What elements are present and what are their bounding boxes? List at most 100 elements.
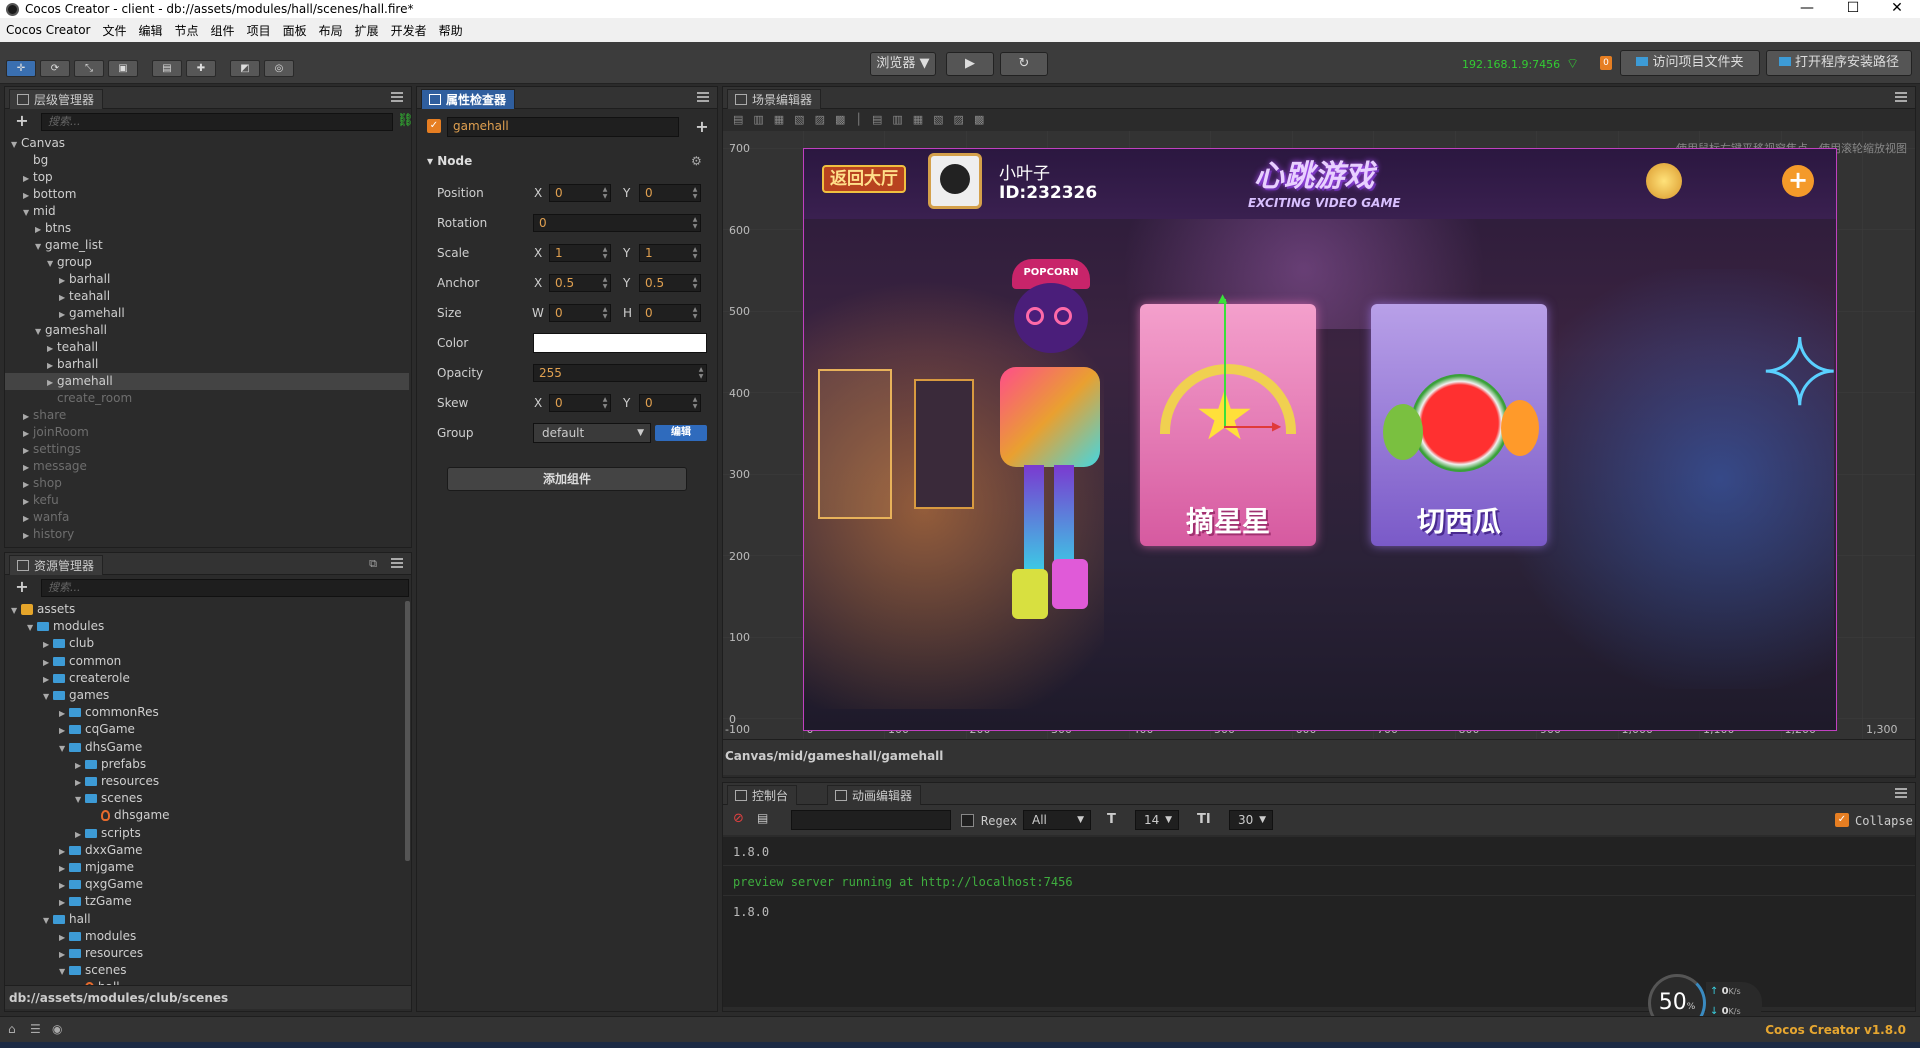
asset-item[interactable]: ▶ prefabs <box>5 756 146 773</box>
caret-down-icon[interactable]: ▼ <box>75 791 85 808</box>
minimize-button[interactable]: — <box>1784 0 1830 18</box>
caret-right-icon[interactable]: ▶ <box>75 757 85 774</box>
align-toolbar[interactable]: ▤▥▦▧▨▩│▤▥▦▧▨▩ <box>733 113 1073 129</box>
tab-inspector[interactable]: 属性检查器 <box>421 89 516 109</box>
asset-item[interactable]: ▼ modules <box>5 618 104 635</box>
panel-menu-icon[interactable] <box>697 92 709 102</box>
collapse-all-icon[interactable]: ⧉ <box>369 557 377 571</box>
refresh-button[interactable]: ↻ <box>1000 52 1048 76</box>
stepper-icon[interactable]: ▲ ▼ <box>601 186 609 200</box>
hierarchy-node[interactable]: ▼ Canvas <box>5 135 409 152</box>
notification-badge[interactable]: 0 <box>1600 56 1612 70</box>
position-y-input[interactable]: 0 ▲ ▼ <box>639 184 701 202</box>
caret-right-icon[interactable]: ▶ <box>23 476 33 493</box>
menu-edit[interactable]: 编辑 <box>139 22 163 39</box>
assets-scrollbar[interactable] <box>405 601 410 861</box>
scale-y-input[interactable]: 1 ▲ ▼ <box>639 244 701 262</box>
caret-right-icon[interactable]: ▶ <box>23 442 33 459</box>
hierarchy-node[interactable]: bg <box>5 152 409 169</box>
opacity-input[interactable]: 255 ▲ ▼ <box>533 364 707 382</box>
hierarchy-node[interactable]: ▶ share <box>5 407 409 424</box>
caret-right-icon[interactable]: ▶ <box>23 187 33 204</box>
scale-tool-button[interactable]: ⤡ <box>74 60 104 77</box>
asset-item[interactable]: ▼ hall <box>5 911 91 928</box>
caret-down-icon[interactable]: ▼ <box>59 740 69 757</box>
menu-developer[interactable]: 开发者 <box>391 22 427 39</box>
asset-item[interactable]: ▶ resources <box>5 773 159 790</box>
status-db-icon[interactable]: ☰ <box>30 1022 41 1036</box>
font-size-select[interactable]: 14 ▼ <box>1135 810 1179 830</box>
game-card-watermelon[interactable]: 切西瓜 <box>1371 304 1547 546</box>
hierarchy-node[interactable]: ▶ joinRoom <box>5 424 409 441</box>
anchor-y-input[interactable]: 0.5 ▲ ▼ <box>639 274 701 292</box>
caret-right-icon[interactable]: ▶ <box>43 654 53 671</box>
asset-item[interactable]: ▶ resources <box>5 945 143 962</box>
hierarchy-node[interactable]: ▶ shop <box>5 475 409 492</box>
stepper-icon[interactable]: ▲ ▼ <box>691 306 699 320</box>
add-node-button[interactable]: + <box>15 113 29 129</box>
panel-menu-icon[interactable] <box>391 558 403 568</box>
edit-group-button[interactable]: 编辑 <box>655 425 707 441</box>
stepper-icon[interactable]: ▲ ▼ <box>691 396 699 410</box>
tab-assets[interactable]: 资源管理器 <box>9 555 104 575</box>
stepper-icon[interactable]: ▲ ▼ <box>601 276 609 290</box>
gizmo-y-axis[interactable] <box>1224 299 1226 427</box>
hierarchy-node[interactable]: ▶ message <box>5 458 409 475</box>
open-install-path-button[interactable]: 打开程序安装路径 <box>1766 50 1912 76</box>
asset-item[interactable]: ▶ dxxGame <box>5 842 143 859</box>
node-active-checkbox[interactable]: ✓ <box>427 119 441 133</box>
add-asset-button[interactable]: + <box>15 579 29 595</box>
position-x-input[interactable]: 0 ▲ ▼ <box>549 184 611 202</box>
regex-checkbox[interactable] <box>961 814 974 827</box>
caret-right-icon[interactable]: ▶ <box>59 946 69 963</box>
caret-right-icon[interactable]: ▶ <box>23 493 33 510</box>
stepper-icon[interactable]: ▲ ▼ <box>601 396 609 410</box>
add-property-button[interactable]: + <box>695 119 709 135</box>
anchor-x-input[interactable]: 0.5 ▲ ▼ <box>549 274 611 292</box>
caret-right-icon[interactable]: ▶ <box>43 671 53 688</box>
hierarchy-node[interactable]: ▶ teahall <box>5 339 409 356</box>
gold-coin-icon[interactable] <box>1646 163 1682 199</box>
caret-down-icon[interactable]: ▼ <box>47 255 57 272</box>
play-button[interactable]: ▶ <box>946 52 994 76</box>
asset-item[interactable]: ▼ dhsGame <box>5 739 142 756</box>
hierarchy-node[interactable]: ▶ teahall <box>5 288 409 305</box>
hierarchy-search-input[interactable]: 搜索... <box>41 113 393 131</box>
menu-file[interactable]: 文件 <box>103 22 127 39</box>
menu-component[interactable]: 组件 <box>211 22 235 39</box>
local-global-button[interactable]: ▤ <box>152 60 182 77</box>
menu-help[interactable]: 帮助 <box>439 22 463 39</box>
hierarchy-node[interactable]: ▶ gamehall <box>5 373 409 390</box>
rotate-tool-button[interactable]: ⟳ <box>40 60 70 77</box>
2d-3d-button[interactable]: ◩ <box>230 60 260 77</box>
stepper-icon[interactable]: ▲ ▼ <box>691 246 699 260</box>
hierarchy-node[interactable]: ▶ history <box>5 526 409 543</box>
size-w-input[interactable]: 0 ▲ ▼ <box>549 304 611 322</box>
asset-item[interactable]: ▶ scripts <box>5 825 141 842</box>
add-component-button[interactable]: 添加组件 <box>447 467 687 491</box>
caret-right-icon[interactable]: ▶ <box>23 408 33 425</box>
player-avatar[interactable] <box>928 153 982 209</box>
asset-item[interactable]: ▶ commonRes <box>5 704 159 721</box>
hierarchy-node[interactable]: ▼ mid <box>5 203 409 220</box>
hierarchy-node[interactable]: ▼ gameshall <box>5 322 409 339</box>
asset-item[interactable]: ▼ scenes <box>5 962 126 979</box>
node-name-input[interactable]: gamehall <box>447 117 679 137</box>
caret-right-icon[interactable]: ▶ <box>35 221 45 238</box>
tab-scene[interactable]: 场景编辑器 <box>727 89 822 109</box>
stepper-icon[interactable]: ▲ ▼ <box>601 306 609 320</box>
hierarchy-node[interactable]: ▶ btns <box>5 220 409 237</box>
asset-item[interactable]: ▶ cqGame <box>5 721 135 738</box>
gizmo-y-arrow-icon[interactable]: ▲ <box>1218 291 1227 305</box>
caret-down-icon[interactable]: ▼ <box>27 619 37 636</box>
caret-right-icon[interactable]: ▶ <box>23 459 33 476</box>
caret-down-icon[interactable]: ▼ <box>23 204 33 221</box>
stepper-icon[interactable]: ▲ ▼ <box>691 186 699 200</box>
asset-item[interactable]: ▶ qxgGame <box>5 876 143 893</box>
caret-right-icon[interactable]: ▶ <box>23 425 33 442</box>
menu-panel[interactable]: 面板 <box>283 22 307 39</box>
asset-item[interactable]: dhsgame <box>5 807 170 824</box>
menu-project[interactable]: 项目 <box>247 22 271 39</box>
scene-viewport[interactable]: 使用鼠标右键平移视窗焦点，使用滚轮缩放视图 700600500400300200… <box>723 131 1915 739</box>
gizmo-x-arrow-icon[interactable]: ▶ <box>1272 419 1281 433</box>
